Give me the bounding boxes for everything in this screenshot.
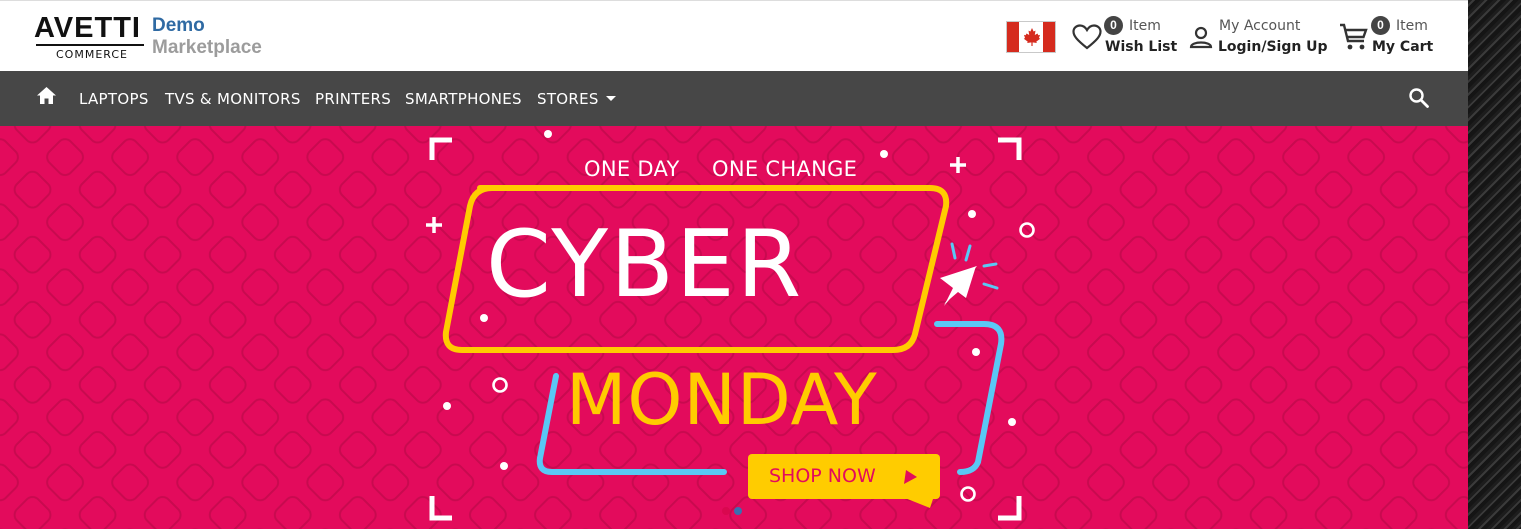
site: AVETTI COMMERCE Demo Marketplace 0 Item … [0,0,1468,529]
play-arrow-icon [904,470,917,484]
wishlist-count-badge: 0 [1104,16,1123,35]
headline-cyber: CYBER [486,210,804,318]
main-nav: LAPTOPS TVS & MONITORS PRINTERS SMARTPHO… [0,71,1468,126]
nav-stores-label: STORES [537,90,599,108]
slide-dot-2[interactable] [734,507,742,515]
nav-tvs-monitors[interactable]: TVS & MONITORS [165,90,301,108]
home-icon[interactable] [36,86,57,105]
login-signup-label: Login/Sign Up [1218,39,1328,55]
cart-label: My Cart [1372,39,1434,55]
heart-icon [1072,24,1102,50]
canada-flag-icon[interactable] [1006,21,1056,53]
page: AVETTI COMMERCE Demo Marketplace 0 Item … [0,0,1521,529]
cart-icon [1340,23,1368,50]
wishlist-link[interactable]: 0 Item Wish List [1072,15,1178,59]
logo-divider [36,44,144,46]
slide-dot-1[interactable] [722,507,730,515]
nav-smartphones[interactable]: SMARTPHONES [405,90,522,108]
cart-link[interactable]: 0 Item My Cart [1339,15,1435,59]
account-label: My Account [1219,18,1301,34]
shop-now-label: SHOP NOW [769,465,876,487]
header: AVETTI COMMERCE Demo Marketplace 0 Item … [0,0,1468,71]
banner-decoration [426,130,1035,521]
account-link[interactable]: My Account Login/Sign Up [1188,15,1328,59]
speech-tail [900,496,934,508]
nav-printers[interactable]: PRINTERS [315,90,391,108]
headline-monday: MONDAY [566,359,878,441]
hero-banner[interactable]: ONE DAY ONE CHANGE CYBER MONDAY SHOP NOW [0,126,1468,529]
wishlist-label: Wish List [1105,39,1178,55]
brand-demo[interactable]: Demo [152,15,205,37]
logo-subtitle: COMMERCE [56,48,128,61]
logo-wordmark: AVETTI [34,12,141,44]
nav-laptops[interactable]: LAPTOPS [79,90,149,108]
nav-stores[interactable]: STORES [537,90,616,108]
wishlist-item-label: Item [1129,18,1161,34]
chevron-down-icon [605,96,616,101]
brand-marketplace[interactable]: Marketplace [152,37,262,59]
cart-item-label: Item [1396,18,1428,34]
background-window [1468,0,1521,529]
user-icon [1189,26,1213,49]
tagline-one-change: ONE CHANGE [712,157,858,181]
search-icon[interactable] [1408,87,1430,109]
tagline-one-day: ONE DAY [584,157,680,181]
cart-count-badge: 0 [1371,16,1390,35]
shop-now-button[interactable]: SHOP NOW [748,454,940,508]
avetti-logo[interactable]: AVETTI COMMERCE [34,13,159,63]
